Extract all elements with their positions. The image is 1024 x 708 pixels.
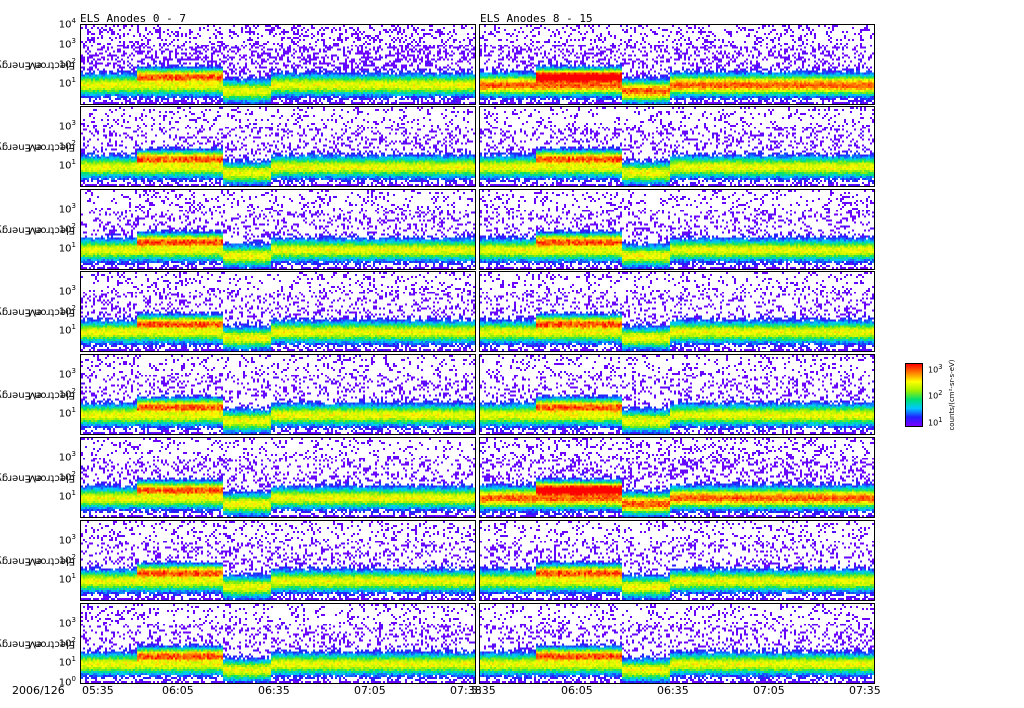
y-axis-label: Electron Energy eV — [0, 389, 75, 400]
spectrogram-image — [81, 25, 475, 104]
spectrogram-panel-r1-c1 — [80, 24, 476, 105]
spectrogram-image — [480, 604, 874, 683]
spectrogram-panel-r7-c1 — [80, 520, 476, 601]
spectrogram-image — [480, 190, 874, 269]
y-tick-label: 101 — [58, 655, 76, 669]
colorbar — [905, 363, 923, 427]
y-tick-label: 104 — [58, 17, 76, 31]
y-tick-label: 103 — [58, 36, 76, 51]
y-tick-label: 102 — [58, 138, 76, 152]
y-axis-label: Electron Energy eV — [0, 472, 75, 483]
spectrogram-panel-r2-c1 — [80, 106, 476, 187]
spectrogram-image — [480, 107, 874, 186]
y-tick-label: 101 — [58, 489, 76, 503]
x-tick-label: 06:35 — [258, 684, 290, 697]
y-axis-label: Electron Energy eV — [0, 141, 75, 152]
y-tick-label: 102 — [58, 552, 76, 566]
y-tick-label: 101 — [58, 406, 76, 420]
y-tick-label: 101 — [58, 241, 76, 255]
spectrogram-panel-r6-c1 — [80, 437, 476, 518]
spectrogram-panel-r3-c1 — [80, 189, 476, 270]
colorbar-label: counts/(cm²-sr-s-eV) — [948, 359, 956, 431]
spectrogram-image — [81, 107, 475, 186]
spectrogram-panel-r3-c2 — [479, 189, 875, 270]
y-tick-label: 101 — [58, 76, 76, 90]
spectrogram-image — [81, 190, 475, 269]
y-axis-label: Electron Energy eV — [0, 306, 75, 317]
spectrogram-image — [480, 438, 874, 517]
spectrogram-panel-r6-c2 — [479, 437, 875, 518]
y-tick-label: 102 — [58, 386, 76, 400]
spectrogram-panel-r5-c1 — [80, 354, 476, 435]
y-axis-label: Electron Energy eV — [0, 638, 75, 649]
spectrogram-panel-r7-c2 — [479, 520, 875, 601]
spectrogram-panel-r4-c1 — [80, 271, 476, 352]
spectrogram-panel-r5-c2 — [479, 354, 875, 435]
colorbar-tick: 102 — [928, 389, 943, 401]
y-tick-label: 102 — [58, 303, 76, 317]
spectrogram-panel-r8-c1 — [80, 603, 476, 684]
y-axis-label: Electron Energy eV — [0, 59, 75, 70]
y-tick-label: 103 — [58, 449, 76, 464]
spectrogram-panel-r8-c2 — [479, 603, 875, 684]
y-tick-label: 103 — [58, 366, 76, 381]
x-tick-label: 05:35 — [82, 684, 114, 697]
spectrogram-image — [81, 438, 475, 517]
spectrogram-panel-r1-c2 — [479, 24, 875, 105]
spectrogram-image — [81, 355, 475, 434]
x-tick-label: 06:05 — [561, 684, 593, 697]
x-tick-label: 07:05 — [753, 684, 785, 697]
spectrogram-image — [81, 604, 475, 683]
x-tick-label: 5:35 — [471, 684, 496, 697]
spectrogram-image — [81, 272, 475, 351]
x-tick-label: 07:35 — [849, 684, 881, 697]
x-tick-label: 07:05 — [354, 684, 386, 697]
y-tick-label: 103 — [58, 615, 76, 630]
spectrogram-image — [81, 521, 475, 600]
spectrogram-image — [480, 355, 874, 434]
y-tick-label: 103 — [58, 283, 76, 298]
spectrogram-panel-r4-c2 — [479, 271, 875, 352]
spectrogram-image — [480, 272, 874, 351]
y-tick-label: 103 — [58, 118, 76, 133]
y-axis-label: Electron Energy eV — [0, 224, 75, 235]
y-tick-label: 101 — [58, 323, 76, 337]
y-tick-label: 102 — [58, 469, 76, 483]
spectrogram-panel-r2-c2 — [479, 106, 875, 187]
y-tick-label: 103 — [58, 532, 76, 547]
spectrogram-image — [480, 25, 874, 104]
y-tick-label: 102 — [58, 221, 76, 235]
y-axis-label: Electron Energy eV — [0, 555, 75, 566]
y-tick-label: 101 — [58, 572, 76, 586]
colorbar-tick: 103 — [928, 363, 943, 375]
y-tick-label: 102 — [58, 56, 76, 70]
spectrogram-image — [480, 521, 874, 600]
colorbar-tick: 101 — [928, 416, 943, 428]
date-label: 2006/126 — [12, 684, 65, 697]
x-tick-label: 06:35 — [657, 684, 689, 697]
y-tick-label: 102 — [58, 635, 76, 649]
x-tick-label: 06:05 — [162, 684, 194, 697]
y-tick-label: 101 — [58, 158, 76, 172]
y-tick-label: 103 — [58, 201, 76, 216]
